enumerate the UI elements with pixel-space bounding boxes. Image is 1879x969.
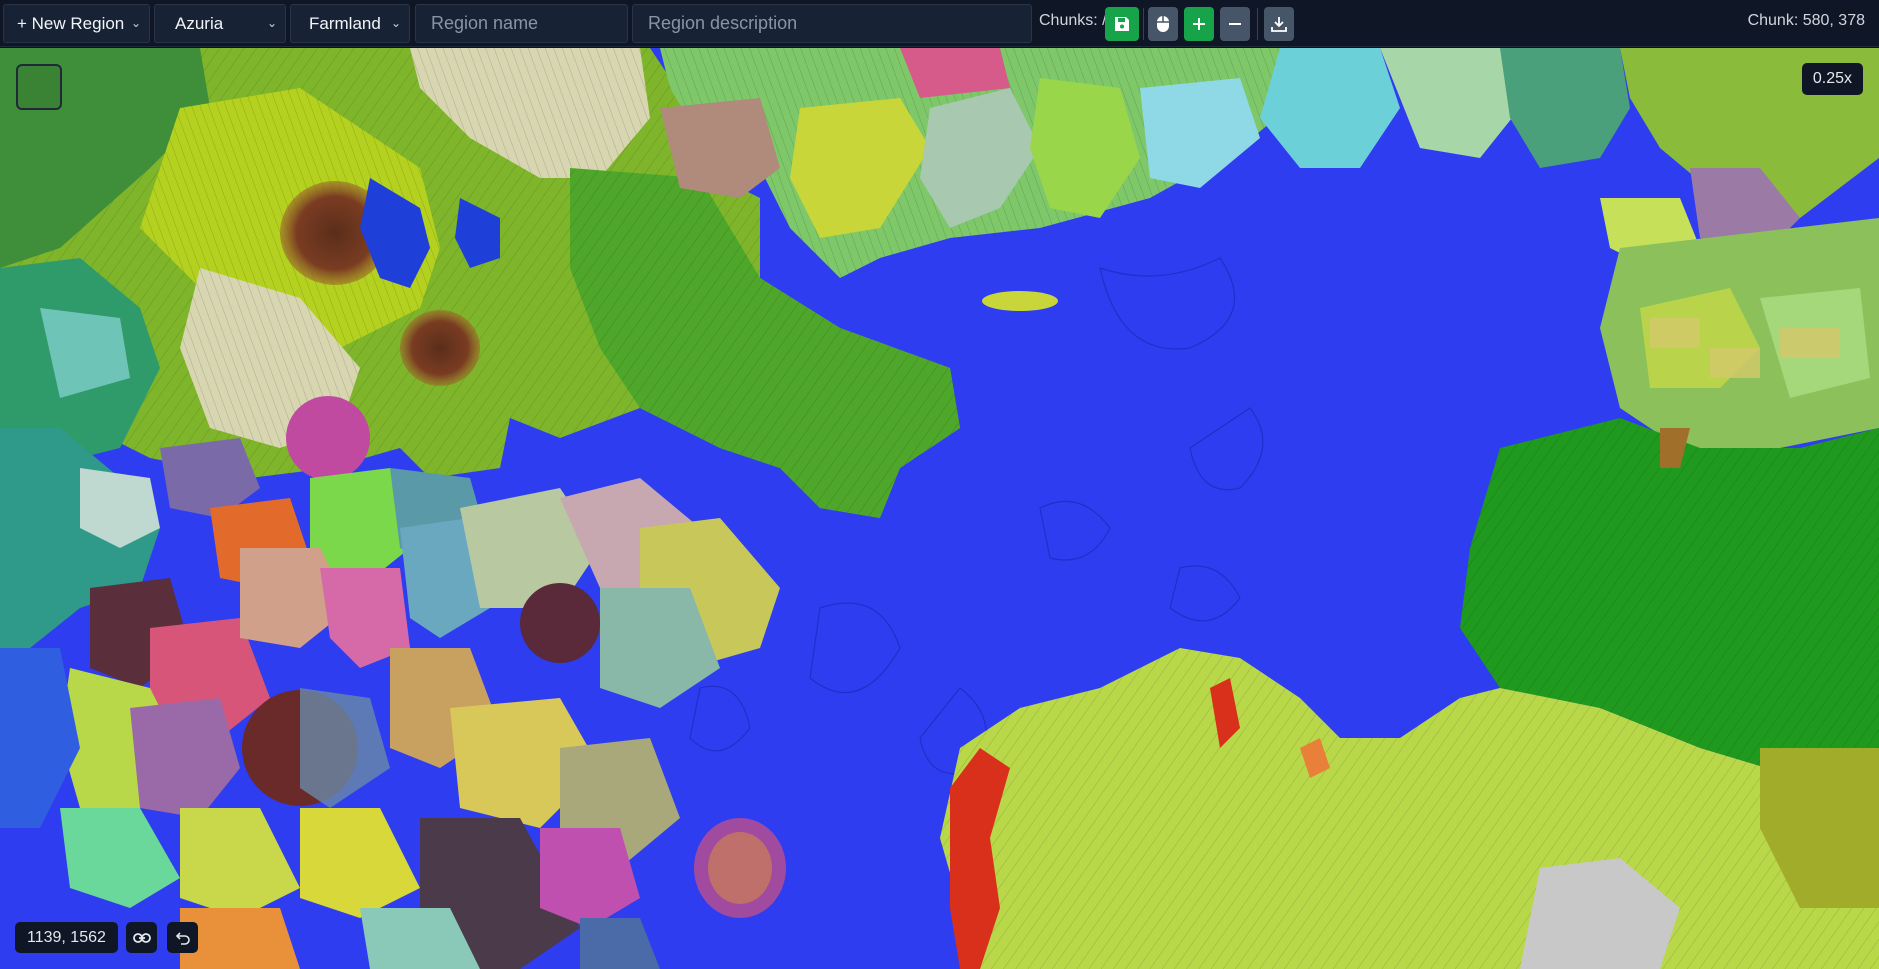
chevron-down-icon: ⌄: [130, 16, 141, 30]
new-region-select[interactable]: + New Region ⌄: [3, 4, 150, 43]
region-name-input[interactable]: [415, 4, 628, 43]
undo-button[interactable]: [167, 922, 198, 953]
region-description-input[interactable]: [632, 4, 1032, 43]
chunk-readout: Chunk: 580, 378: [1747, 12, 1865, 29]
download-button[interactable]: [1264, 7, 1294, 41]
save-button[interactable]: [1105, 7, 1139, 41]
minimap-frame[interactable]: [16, 64, 62, 110]
toolbar-divider: [1143, 8, 1144, 40]
east-farmland: [1600, 218, 1879, 448]
link-icon: [132, 932, 151, 943]
add-mode-button[interactable]: [1184, 7, 1214, 41]
toolbar-divider: [1257, 8, 1258, 40]
copy-link-button[interactable]: [126, 922, 157, 953]
select-mode-button[interactable]: [1148, 7, 1178, 41]
chunks-label: Chunks: /: [1039, 12, 1107, 29]
terrain-map[interactable]: [0, 48, 1879, 969]
download-icon: [1271, 17, 1287, 32]
cursor-coordinates: 1139, 1562: [15, 922, 118, 953]
new-region-label: + New Region: [17, 14, 125, 33]
zoom-level-badge: 0.25x: [1801, 63, 1863, 95]
chevron-down-icon: ⌄: [390, 16, 401, 30]
top-toolbar: + New Region ⌄ Azuria ⌄ Farmland ⌄ Chunk…: [0, 0, 1879, 47]
world-select-value: Azuria: [175, 14, 224, 33]
region-type-value: Farmland: [309, 14, 381, 33]
mouse-icon: [1157, 16, 1169, 32]
remove-mode-button[interactable]: [1220, 7, 1250, 41]
chevron-down-icon: ⌄: [266, 16, 277, 30]
minus-icon: [1229, 23, 1241, 25]
map-canvas[interactable]: 0.25x: [0, 48, 1879, 969]
world-select[interactable]: Azuria ⌄: [154, 4, 286, 43]
save-icon: [1115, 17, 1129, 31]
undo-icon: [175, 931, 190, 945]
plus-icon: [1193, 18, 1205, 30]
region-type-select[interactable]: Farmland ⌄: [290, 4, 410, 43]
